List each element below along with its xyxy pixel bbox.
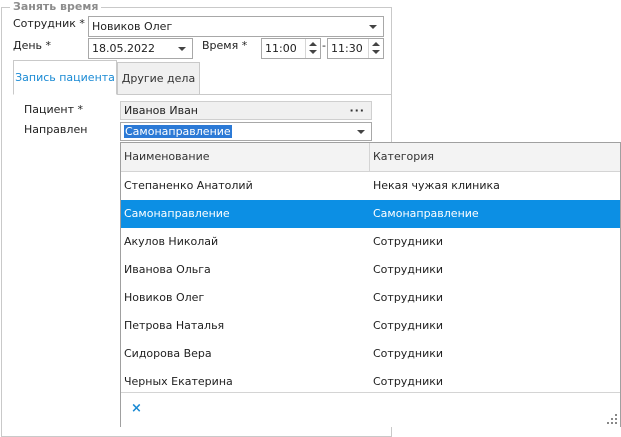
- row-name: Сидорова Вера: [124, 347, 212, 360]
- row-category: Некая чужая клиника: [373, 179, 500, 192]
- column-header-category[interactable]: Категория: [370, 143, 434, 171]
- employee-combobox[interactable]: Новиков Олег: [88, 16, 384, 37]
- time-to-spinner[interactable]: [368, 39, 383, 58]
- day-value: 18.05.2022: [92, 42, 155, 55]
- row-name: Степаненко Анатолий: [124, 179, 253, 192]
- row-name: Петрова Наталья: [124, 319, 225, 332]
- more-dots-icon[interactable]: ···: [349, 102, 365, 119]
- day-date-field[interactable]: 18.05.2022: [88, 38, 193, 59]
- tab-other-matters[interactable]: Другие дела: [117, 62, 200, 94]
- tab-patient-record[interactable]: Запись пациента: [13, 60, 117, 95]
- row-name: Акулов Николай: [124, 235, 219, 248]
- day-label: День *: [13, 39, 52, 52]
- row-category: Сотрудники: [373, 263, 444, 276]
- time-from-field[interactable]: 11:00: [261, 38, 321, 59]
- spin-down-icon[interactable]: [309, 50, 317, 54]
- list-item[interactable]: Акулов Николай Сотрудники: [121, 228, 620, 256]
- list-item[interactable]: Сидорова Вера Сотрудники: [121, 340, 620, 368]
- row-category: Самонаправление: [373, 207, 479, 220]
- list-item[interactable]: Новиков Олег Сотрудники: [121, 284, 620, 312]
- clear-icon[interactable]: ×: [131, 401, 142, 417]
- group-title: Занять время: [10, 0, 102, 13]
- resize-grip-icon[interactable]: [607, 414, 617, 424]
- referred-label: Направлен: [24, 123, 88, 136]
- row-category: Сотрудники: [373, 235, 444, 248]
- row-category: Сотрудники: [373, 291, 444, 304]
- chevron-down-icon[interactable]: [357, 130, 365, 134]
- time-to-value: 11:30: [331, 42, 363, 55]
- time-from-spinner[interactable]: [305, 39, 320, 58]
- list-item[interactable]: Степаненко Анатолий Некая чужая клиника: [121, 172, 620, 200]
- referred-combobox[interactable]: Самонаправление: [120, 122, 372, 141]
- patient-field[interactable]: Иванов Иван ···: [120, 101, 372, 120]
- column-header-name[interactable]: Наименование: [121, 143, 370, 171]
- list-item[interactable]: Петрова Наталья Сотрудники: [121, 312, 620, 340]
- spin-down-icon[interactable]: [372, 50, 380, 54]
- time-from-value: 11:00: [265, 42, 297, 55]
- employee-label: Сотрудник *: [13, 17, 85, 30]
- referred-value[interactable]: Самонаправление: [124, 125, 232, 138]
- chevron-down-icon[interactable]: [178, 47, 186, 51]
- list-item[interactable]: Иванова Ольга Сотрудники: [121, 256, 620, 284]
- row-name: Самонаправление: [124, 207, 230, 220]
- list-item-selected[interactable]: Самонаправление Самонаправление: [121, 200, 620, 228]
- spin-up-icon[interactable]: [309, 42, 317, 46]
- row-name: Новиков Олег: [124, 291, 205, 304]
- row-category: Сотрудники: [373, 319, 444, 332]
- dropdown-footer: ×: [121, 392, 620, 427]
- row-name: Иванова Ольга: [124, 263, 211, 276]
- dropdown-header: Наименование Категория: [121, 143, 620, 172]
- time-label: Время *: [202, 39, 248, 52]
- spin-up-icon[interactable]: [372, 42, 380, 46]
- patient-label: Пациент *: [24, 103, 84, 116]
- referral-dropdown[interactable]: Наименование Категория Степаненко Анатол…: [120, 142, 621, 427]
- chevron-down-icon[interactable]: [369, 25, 377, 29]
- row-category: Сотрудники: [373, 347, 444, 360]
- employee-value: Новиков Олег: [92, 20, 173, 33]
- time-to-field[interactable]: 11:30: [327, 38, 384, 59]
- patient-value: Иванов Иван: [124, 104, 198, 117]
